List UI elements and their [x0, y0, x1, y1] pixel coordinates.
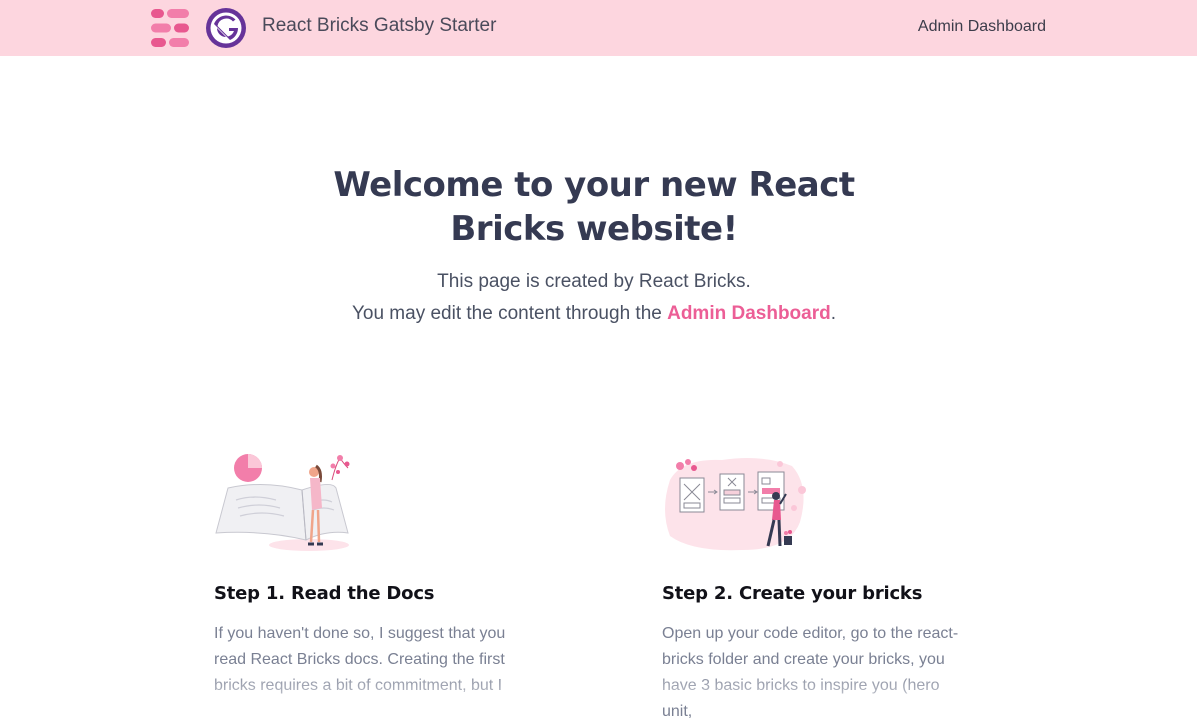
step-1-text: If you haven't done so, I suggest that y… [214, 625, 506, 694]
reading-book-illustration [215, 454, 350, 551]
hero-line-2-suffix: . [830, 303, 837, 324]
step-card-2: Step 2. Create your bricks Open up your … [662, 450, 992, 725]
hero-description: This page is created by React Bricks. Yo… [244, 266, 944, 330]
react-bricks-logo-icon[interactable] [150, 8, 190, 48]
admin-dashboard-link[interactable]: Admin Dashboard [667, 303, 831, 324]
hero-line-1: This page is created by React Bricks. [437, 271, 751, 292]
hero-line-2-prefix: You may edit the content through the [351, 303, 668, 324]
site-header: React Bricks Gatsby Starter Admin Dashbo… [0, 0, 1197, 56]
step-2-title: Step 2. Create your bricks [662, 583, 923, 604]
bottom-fade [0, 668, 1197, 703]
gatsby-logo-icon[interactable] [205, 7, 247, 49]
step-card-1: Step 1. Read the Docs If you haven't don… [214, 450, 544, 699]
site-title[interactable]: React Bricks Gatsby Starter [262, 15, 496, 37]
page-title: Welcome to your new React Bricks website… [333, 165, 855, 249]
step-1-title: Step 1. Read the Docs [214, 583, 435, 604]
step-2-text: Open up your code editor, go to the reac… [662, 625, 959, 720]
nav-admin-dashboard-link[interactable]: Admin Dashboard [918, 18, 1046, 36]
hero-line-2: You may edit the content through the Adm… [244, 298, 944, 330]
wireframe-board-illustration [665, 458, 806, 551]
